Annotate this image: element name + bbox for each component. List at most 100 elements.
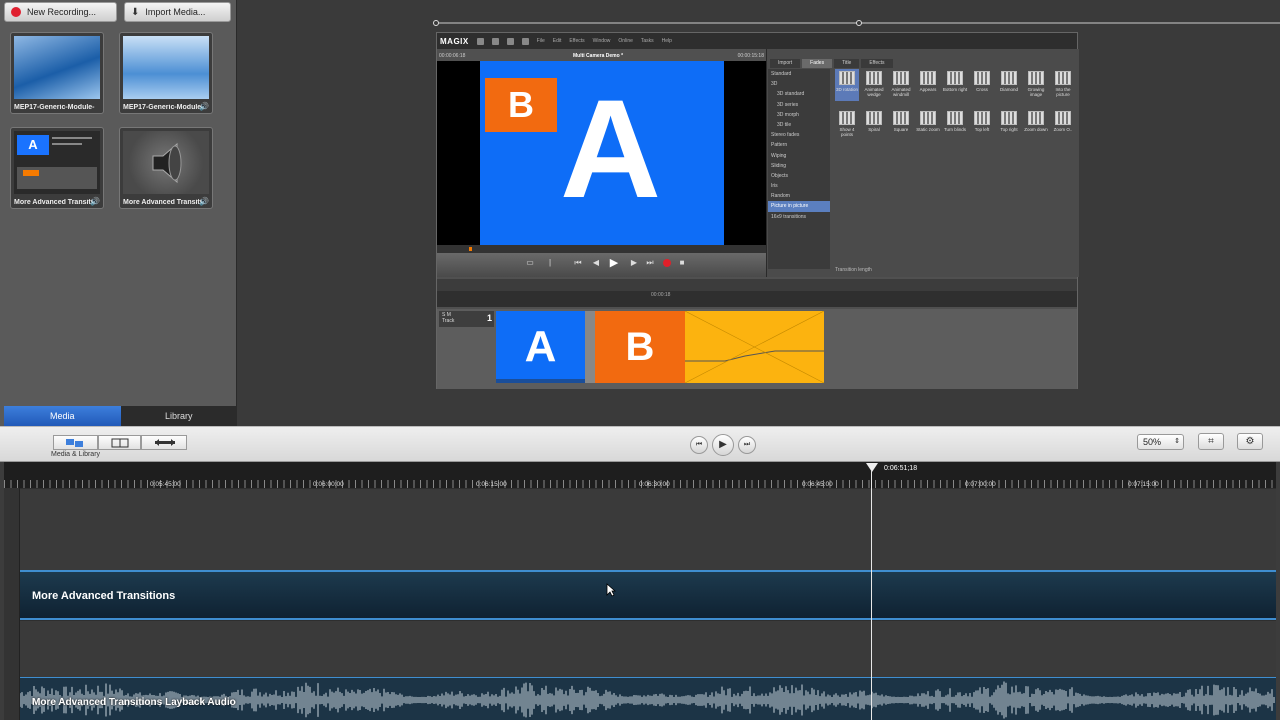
film-icon [974,111,990,125]
main-toolbar: Media & Library ⏮ ▶ ⏭ 50% ⇕ ⌗ ⚙ [0,426,1280,462]
magix-menu-item: Edit [552,38,562,44]
magix-menu-item: File [536,38,545,44]
empty-track [20,620,1276,677]
media-caption: MEP17-Generic-Module- [123,104,204,111]
speaker-icon: 🔊 [199,197,209,206]
playhead-time: 0:06:51;18 [884,465,918,472]
fx-category-item: Random [771,193,790,200]
rewind-button[interactable]: ⏮ [690,436,708,454]
fx-category-item: Standard [771,71,792,77]
crop-icon: ⌗ [1208,436,1214,447]
preview-blue-frame: B A [480,61,724,245]
media-panel: New Recording... ⬇ Import Media... MEP17… [0,0,237,426]
effects-panel: Import Fades Title Effects Standard 3D 3D … [766,49,1079,277]
timeline-view-button[interactable] [141,435,187,450]
frame-icon: ▭ [526,258,534,267]
media-thumbnail[interactable]: MEP17-Generic-Module- [10,32,104,114]
step-forward-icon: ▶ [630,258,638,267]
preview-letter-a: A [17,135,49,155]
film-icon [1028,71,1044,85]
fx-tile-label: Animated windmill [891,87,911,97]
fx-tile: Show 4 points [835,109,859,141]
new-recording-button[interactable]: New Recording... [4,2,117,22]
fx-category-item: Iris [771,183,778,190]
ruler-mark: 00:00:18 [651,292,671,298]
film-icon [866,71,882,85]
fx-tile: Into the picture [1051,69,1075,101]
split-view-button[interactable] [98,435,141,450]
canvas-bounding-handles [433,20,1280,26]
film-icon [866,111,882,125]
ruler-time-label: 0:07:00:00 [965,481,996,488]
fx-tile-label: Turn blinds [943,127,967,132]
magix-menu-item: Window [592,38,611,44]
image-thumbnail-preview [14,36,100,99]
tab-library[interactable]: Library [120,406,237,426]
media-thumbnail[interactable]: MEP17-Generic-Module- 🔊 [119,32,213,114]
tab-media[interactable]: Media [4,406,121,426]
stop-icon: ■ [679,258,685,267]
media-thumbnail[interactable]: More Advanced Transitio 🔊 [119,127,213,209]
media-caption: MEP17-Generic-Module- [14,104,95,111]
fx-tile-label: Spiral [868,127,880,132]
fx-tile-label: Top left [974,127,990,132]
film-icon [947,111,963,125]
divider [52,143,82,145]
recorded-video-canvas[interactable]: MAGIX File Edit Effects Window Online Ta… [436,32,1079,389]
keyframe-curve [685,311,824,383]
playhead-line[interactable] [871,470,872,720]
film-icon [1028,111,1044,125]
audio-clip[interactable]: More Advanced Transitions Layback Audio [20,677,1276,720]
skip-forward-icon: ⏭ [646,258,654,267]
clip-b: B [595,311,685,383]
film-icon [893,111,909,125]
record-icon [11,7,21,17]
fx-tile-label: Diamond [999,87,1018,92]
screen-recorder-app: New Recording... ⬇ Import Media... MEP17… [0,0,1280,720]
screen-recording-preview: A [14,131,100,194]
ruler-time-label: 0:05:45:00 [150,481,181,488]
speaker-icon: 🔊 [199,102,209,111]
fx-category-item: Sliding [771,162,787,169]
video-clip[interactable]: More Advanced Transitions [20,570,1276,620]
video-clip-label: More Advanced Transitions [32,590,176,602]
import-media-label: Import Media... [145,7,206,17]
ruler-time-label: 0:06:30:00 [639,481,670,488]
fx-tile: Bottom right [943,69,967,101]
clip-orange [685,311,824,383]
media-thumbnail[interactable]: A More Advanced Transitio 🔊 [10,127,104,209]
playhead-handle[interactable] [866,463,878,472]
fx-category-item: Wiping [771,152,787,159]
fx-tile-label: Square [893,127,909,132]
fx-tile-label: Bottom right [942,87,968,92]
settings-button[interactable]: ⚙ [1237,433,1263,450]
play-button[interactable]: ▶ [712,434,734,456]
fx-tab: Fades [802,59,833,68]
panel-tabs: Media Library [4,406,237,426]
magix-transport: ▭ | ⏮ ◀ ▶ ▶ ⏭ ■ [437,253,766,277]
main-timeline[interactable]: 0:05:45:00 0:06:00:00 0:06:15:00 0:06:30… [0,462,1280,720]
transition-gap [585,311,595,383]
magix-logo: MAGIX [440,36,469,46]
mini-timeline [17,167,97,189]
fx-tile: Spiral [862,109,886,141]
media-library-button[interactable] [53,435,98,450]
magix-menu-item: Tasks [640,38,654,44]
video-preview: B A [437,61,766,245]
fx-tile: Animated windmill [889,69,913,101]
ruler-time-label: 0:06:45:00 [802,481,833,488]
fast-forward-button[interactable]: ⏭ [738,436,756,454]
fx-tile: Static zoom [916,109,940,141]
timeline-ruler[interactable]: 0:05:45:00 0:06:00:00 0:06:15:00 0:06:30… [4,462,1276,488]
crop-button[interactable]: ⌗ [1198,433,1224,450]
fx-tile-label: Zoom O.. [1053,127,1073,132]
play-icon: ▶ [609,257,619,269]
timeline-view-icon [155,439,175,446]
import-media-button[interactable]: ⬇ Import Media... [124,2,231,22]
new-recording-label: New Recording... [27,7,97,17]
media-caption: More Advanced Transitio [14,199,97,206]
fx-tile: Appears [916,69,940,101]
zoom-select[interactable]: 50% ⇕ [1137,434,1184,450]
fx-category-item: 3D morph [777,111,799,118]
empty-track [20,488,1276,570]
